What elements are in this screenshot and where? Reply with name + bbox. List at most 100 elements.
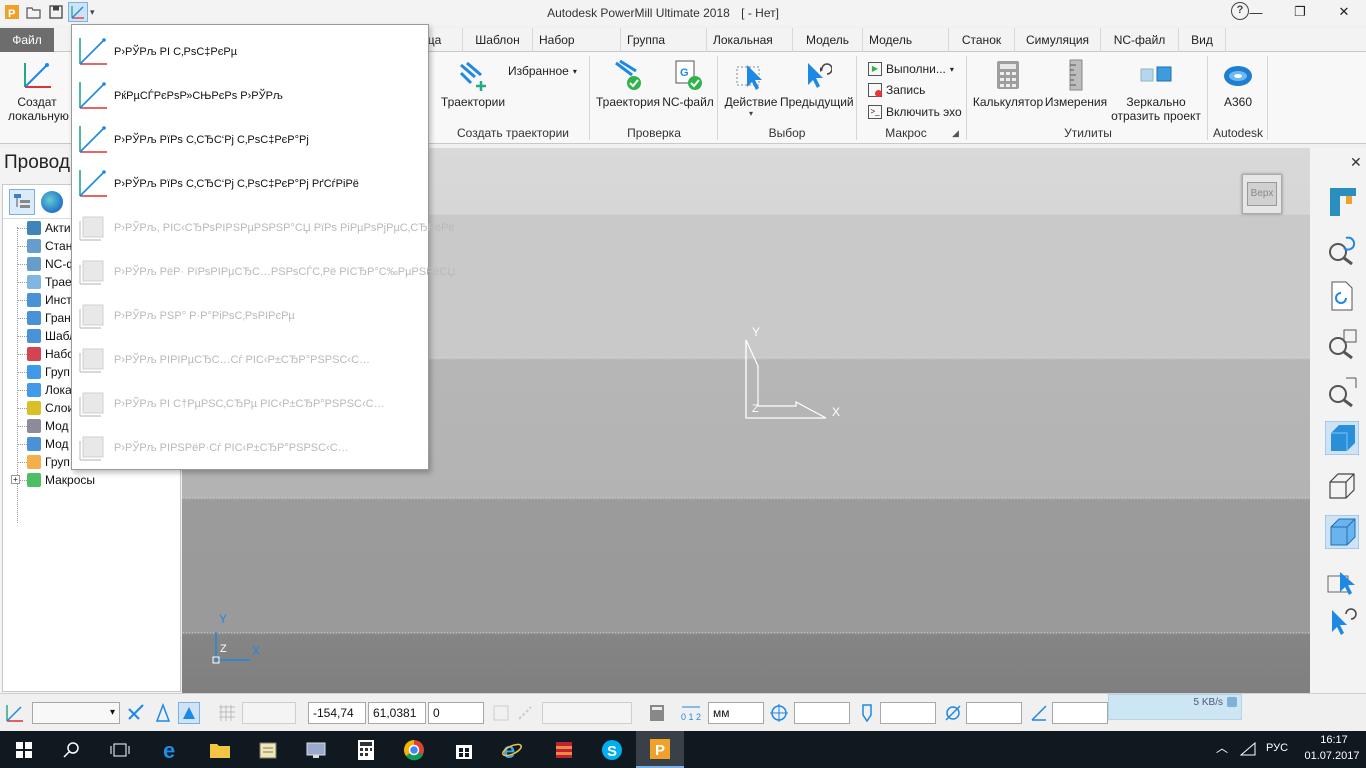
coord-z-field[interactable]: 0 <box>428 702 484 724</box>
verify-toolpath-button[interactable]: Траектория <box>594 58 662 109</box>
calculator-small-icon[interactable] <box>646 702 668 724</box>
tab-machine[interactable]: Станок <box>948 28 1014 52</box>
macro-run-button[interactable]: ▶ Выполни... ▾ <box>868 60 954 78</box>
menu-item-workplane-3[interactable]: Р›РЎРљ РїРѕ С‚СЂС‘Рј С‚РѕС‡РєР°Рј <box>72 117 428 161</box>
select-icon[interactable] <box>1324 564 1360 600</box>
winrar-icon[interactable] <box>540 731 588 768</box>
verify-nc-button[interactable]: G NC-файл <box>662 58 714 109</box>
tree-view-icon[interactable] <box>9 188 35 215</box>
workplane-select[interactable]: ▾ <box>32 702 120 724</box>
tab-view[interactable]: Вид <box>1178 28 1226 52</box>
workplane-status-icon[interactable] <box>4 702 26 724</box>
powermill-taskbar-icon[interactable]: P <box>636 731 684 768</box>
zoom-window-icon[interactable] <box>1324 374 1360 410</box>
tab-stock-model[interactable]: Модель матері <box>862 28 948 71</box>
tree-item-label: Трае <box>45 275 72 289</box>
start-icon[interactable] <box>0 731 48 768</box>
tab-feature-group[interactable]: Группа элемен <box>620 28 706 71</box>
world-axis-x: X <box>252 644 261 658</box>
close-button[interactable]: ✕ <box>1322 0 1366 24</box>
menu-item-label: Р›РЎРљ, РІС‹СЂРѕРІРЅРµРЅРЅР°СЏ РїРѕ РіРµ… <box>114 222 455 234</box>
remote-desktop-icon[interactable] <box>292 731 340 768</box>
tab-simulation[interactable]: Симуляция <box>1014 28 1100 52</box>
angle-icon[interactable] <box>1028 702 1050 724</box>
tray-chevron-icon[interactable]: ︿ <box>1216 739 1228 756</box>
measure-button[interactable]: Измерения <box>1044 58 1108 109</box>
workplane-icon <box>79 304 104 329</box>
calculator-button[interactable]: Калькулятор <box>972 58 1044 109</box>
refresh-view-icon[interactable] <box>1324 278 1360 314</box>
create-workplane-button[interactable]: Создат локальную <box>8 58 69 123</box>
machine-view-icon[interactable] <box>1324 184 1360 220</box>
action-button[interactable]: Действие ▾ <box>722 58 780 118</box>
link-icon[interactable] <box>514 702 536 724</box>
coord-y-field[interactable]: 61,0381 <box>368 702 426 724</box>
snap-active-icon[interactable] <box>178 702 200 724</box>
macro-echo-button[interactable]: >_ Включить эхо <box>868 103 962 121</box>
axis-transform-icon[interactable] <box>126 702 148 724</box>
units-field[interactable]: мм <box>708 702 764 724</box>
favorites-dropdown[interactable]: Избранное ▾ <box>508 62 577 80</box>
tab-pattern[interactable]: Шаблон <box>462 28 532 52</box>
polar-icon[interactable] <box>490 702 512 724</box>
calculator-taskbar-icon[interactable] <box>342 731 390 768</box>
tolerance-field[interactable] <box>794 702 850 724</box>
store-icon[interactable] <box>440 731 488 768</box>
clock-date[interactable]: 01.07.2017 <box>1302 750 1362 762</box>
tree-item[interactable]: Макросы + <box>3 471 180 489</box>
toolpaths-button[interactable]: Траектории <box>438 58 508 109</box>
close-panel-icon[interactable]: ✕ <box>1350 154 1362 171</box>
ie-icon[interactable]: e <box>488 731 536 768</box>
minimize-button[interactable]: — <box>1234 0 1278 24</box>
diameter-icon[interactable] <box>942 702 964 724</box>
network-speed-widget: 5 KB/s <box>1108 694 1242 720</box>
tab-hole-set[interactable]: Набор отверст <box>532 28 620 71</box>
grid-icon[interactable] <box>216 702 238 724</box>
tab-nc-file[interactable]: NC-файл <box>1100 28 1178 52</box>
dialog-launcher-icon[interactable]: ◢ <box>952 128 959 139</box>
wireframe-view-icon[interactable] <box>1324 468 1360 504</box>
shaded-wireframe-icon[interactable] <box>1324 514 1360 550</box>
network-tray-icon[interactable] <box>1239 741 1256 759</box>
task-view-icon[interactable] <box>96 731 144 768</box>
grid-spacing-field[interactable] <box>242 702 296 724</box>
globe-icon[interactable] <box>41 190 63 213</box>
menu-item-workplane-2[interactable]: РќРµСЃРєРѕР»СЊРєРѕ Р›РЎРљ <box>72 73 428 117</box>
coord-x-field[interactable]: -154,74 <box>308 702 366 724</box>
mirror-project-button[interactable]: Зеркально отразить проект <box>1108 58 1204 123</box>
snap-icon[interactable] <box>152 702 174 724</box>
search-icon[interactable] <box>48 731 96 768</box>
notepad-icon[interactable] <box>244 731 292 768</box>
units-icon[interactable]: 0 1 2 <box>680 702 702 724</box>
chrome-icon[interactable] <box>390 731 438 768</box>
tree-item-label: Набо <box>45 347 74 361</box>
zoom-rotate-icon[interactable] <box>1324 232 1360 268</box>
tool-field[interactable] <box>880 702 936 724</box>
view-cube[interactable]: Верх <box>1242 174 1282 214</box>
skype-icon[interactable]: S <box>588 731 636 768</box>
menu-item-workplane-1[interactable]: Р›РЎРљ РІ С‚РѕС‡РєРµ <box>72 29 428 73</box>
file-explorer-icon[interactable] <box>196 731 244 768</box>
diameter-field[interactable] <box>966 702 1022 724</box>
angle-field[interactable] <box>1052 702 1108 724</box>
crosshair-icon[interactable] <box>768 702 790 724</box>
language-indicator[interactable]: РУС <box>1266 742 1288 754</box>
tab-model[interactable]: Модель <box>792 28 862 52</box>
zoom-fit-icon[interactable] <box>1324 326 1360 362</box>
tab-file[interactable]: Файл <box>0 28 54 52</box>
a360-button[interactable]: A360 <box>1212 58 1264 109</box>
clock-time[interactable]: 16:17 <box>1310 734 1358 746</box>
shaded-view-icon[interactable] <box>1324 420 1360 456</box>
macro-record-button[interactable]: Запись <box>868 81 925 99</box>
tab-workplane[interactable]: Локальная СК <box>706 28 792 71</box>
expand-icon[interactable]: + <box>11 475 20 484</box>
svg-text:G: G <box>680 67 689 79</box>
distance-field[interactable] <box>542 702 632 724</box>
view-toolbar: ✕ <box>1310 148 1366 693</box>
restore-button[interactable]: ❐ <box>1278 0 1322 24</box>
tool-tip-icon[interactable] <box>856 702 878 724</box>
previous-select-icon[interactable] <box>1324 602 1360 638</box>
menu-item-workplane-4[interactable]: Р›РЎРљ РїРѕ С‚СЂС‘Рј С‚РѕС‡РєР°Рј РґСѓРі… <box>72 161 428 205</box>
previous-selection-button[interactable]: Предыдущий <box>780 58 854 109</box>
edge-icon[interactable]: e <box>148 731 196 768</box>
